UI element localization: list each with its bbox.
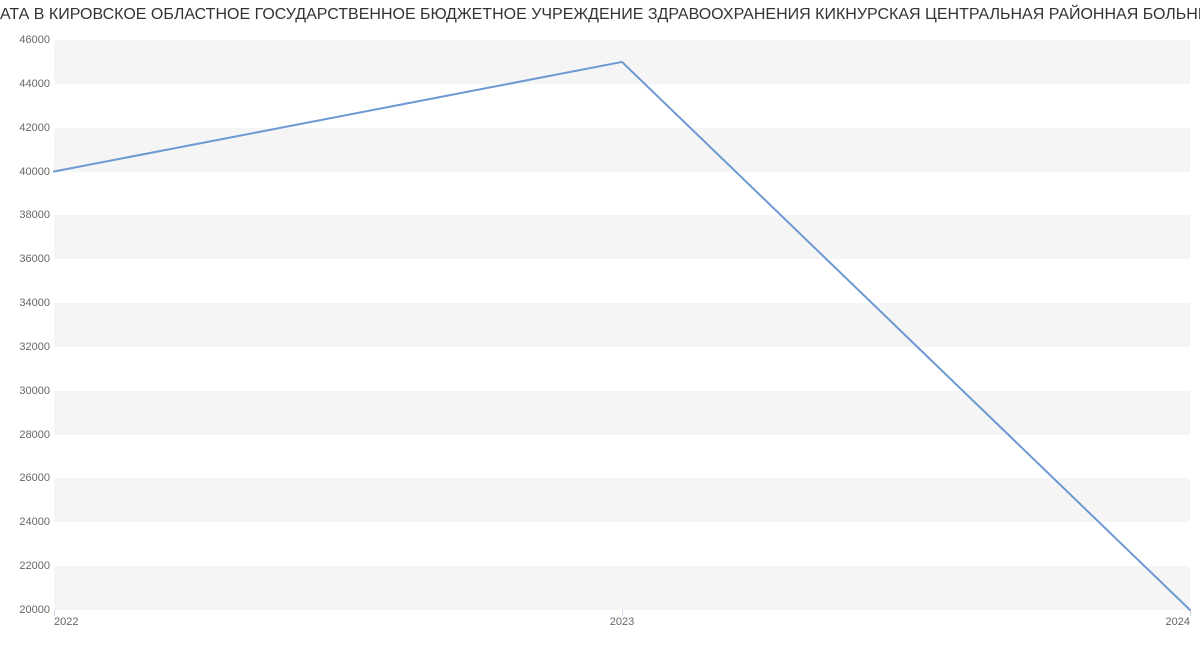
x-axis-label: 2022 bbox=[54, 616, 78, 628]
chart-line bbox=[54, 40, 1190, 610]
x-axis-tick bbox=[622, 610, 623, 616]
x-axis-label: 2023 bbox=[610, 616, 634, 628]
chart-title: АТА В КИРОВСКОЕ ОБЛАСТНОЕ ГОСУДАРСТВЕННО… bbox=[0, 6, 1200, 24]
x-axis-tick bbox=[1190, 610, 1191, 616]
y-axis-label: 20000 bbox=[10, 604, 50, 616]
y-axis-label: 22000 bbox=[10, 560, 50, 572]
y-axis-label: 46000 bbox=[10, 34, 50, 46]
y-axis-label: 42000 bbox=[10, 122, 50, 134]
y-axis-label: 30000 bbox=[10, 385, 50, 397]
y-axis-label: 36000 bbox=[10, 253, 50, 265]
chart-container: АТА В КИРОВСКОЕ ОБЛАСТНОЕ ГОСУДАРСТВЕННО… bbox=[0, 0, 1200, 650]
y-axis-label: 32000 bbox=[10, 341, 50, 353]
y-axis-label: 38000 bbox=[10, 209, 50, 221]
x-axis-label: 2024 bbox=[1166, 616, 1190, 628]
y-axis-label: 28000 bbox=[10, 429, 50, 441]
plot-area: 2000022000240002600028000300003200034000… bbox=[54, 40, 1190, 610]
y-axis-label: 44000 bbox=[10, 78, 50, 90]
y-axis-label: 40000 bbox=[10, 166, 50, 178]
y-axis-label: 26000 bbox=[10, 472, 50, 484]
y-axis-label: 34000 bbox=[10, 297, 50, 309]
x-axis-tick bbox=[54, 610, 55, 616]
y-axis-label: 24000 bbox=[10, 516, 50, 528]
